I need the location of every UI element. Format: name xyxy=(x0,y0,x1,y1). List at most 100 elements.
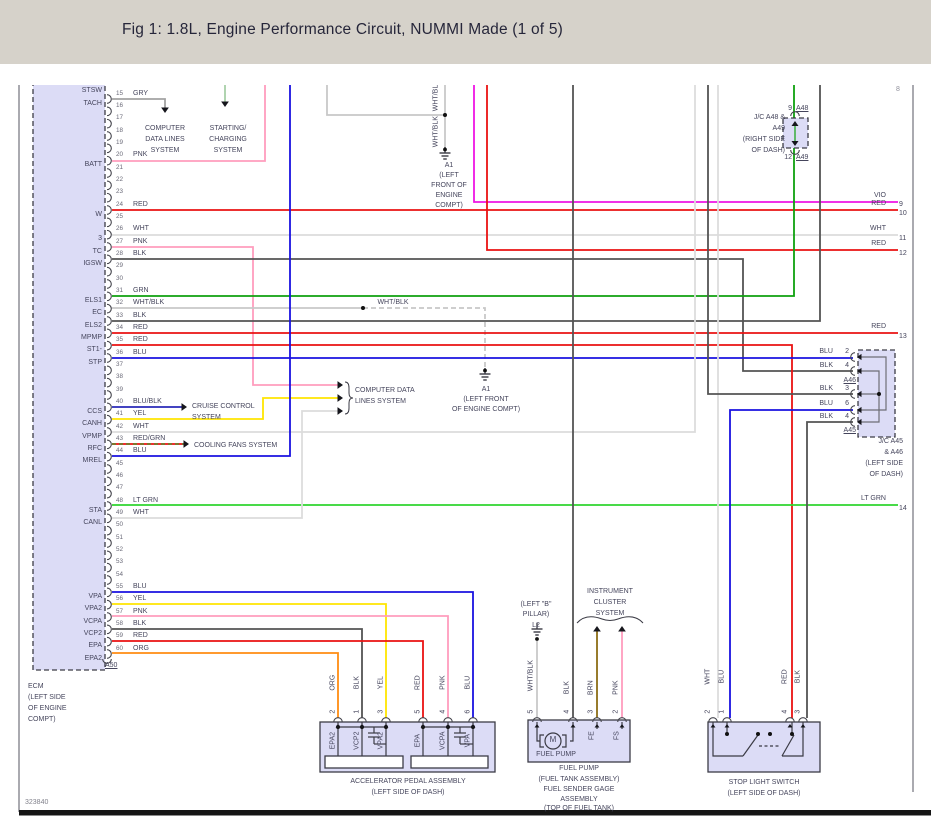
label-fe: FE xyxy=(588,731,596,740)
ecm-pin-name-st1-: ST1- xyxy=(86,346,102,354)
ecm-pin-number-24: 24 xyxy=(116,200,124,208)
ecm-pin-number-49: 49 xyxy=(116,509,124,517)
label-3: 3 xyxy=(845,384,849,392)
exit-9: 9 xyxy=(899,200,903,208)
jc48-pin12: 12 xyxy=(784,153,792,161)
ecm-pin-number-50: 50 xyxy=(116,521,124,529)
ecm-pin-name-epa: EPA xyxy=(88,642,103,650)
figure-title: Fig 1: 1.8L, Engine Performance Circuit,… xyxy=(122,21,563,38)
ecm-pin-number-38: 38 xyxy=(116,373,124,381)
l2-caption: (LEFT "B" xyxy=(520,600,552,608)
label-data-lines: DATA LINES xyxy=(145,135,185,143)
ecm-wire-color-pin43: RED/GRN xyxy=(133,435,166,443)
label-4: 4 xyxy=(845,361,849,369)
label-engine: ENGINE xyxy=(435,191,463,199)
jc48-a49-ref: A49 xyxy=(796,153,809,161)
ecm-pin-name-vcpa: VCPA xyxy=(83,617,102,625)
ecm-wire-color-pin49: WHT xyxy=(133,509,149,517)
ecm-pin-name-rfc: RFC xyxy=(87,445,102,453)
ecm-pin-number-46: 46 xyxy=(116,472,124,480)
label-blk: BLK xyxy=(819,412,833,420)
label--left-side: (LEFT SIDE xyxy=(865,459,903,467)
ecm-pin-number-41: 41 xyxy=(116,410,124,418)
label-epa: EPA xyxy=(414,733,422,748)
ecm-pin-name-vpa: VPA xyxy=(88,593,103,601)
exit-13: 13 xyxy=(899,332,907,340)
ecm-wire-color-pin42: WHT xyxy=(133,422,149,430)
exit-12: 12 xyxy=(899,249,907,257)
label-pillar-: PILLAR) xyxy=(522,610,550,618)
pedal-caption: ACCELERATOR PEDAL ASSEMBLY xyxy=(350,777,466,785)
label--right-side: (RIGHT SIDE xyxy=(742,135,785,143)
ecm-wire-color-pin20: PNK xyxy=(133,151,148,159)
label-vpa: VPA xyxy=(464,733,472,748)
label-charging: CHARGING xyxy=(209,135,247,143)
ecm-pin-name-epa2: EPA2 xyxy=(84,654,102,662)
label-vio: VIO xyxy=(873,191,886,199)
ecm-pin-name-tc: TC xyxy=(92,247,102,255)
ground-a1-mid-label: A1 xyxy=(481,385,491,393)
ecm-wire-color-pin57: PNK xyxy=(133,607,148,615)
ecm-pin-number-32: 32 xyxy=(116,299,124,307)
ecm-pin-number-45: 45 xyxy=(116,459,124,467)
ecm-pin-number-43: 43 xyxy=(116,435,124,443)
label-5: 5 xyxy=(527,709,535,714)
ecm-pin-number-35: 35 xyxy=(116,336,124,344)
label--left: (LEFT xyxy=(439,171,459,179)
ecm-wire-color-pin27: PNK xyxy=(133,237,148,245)
exit-14: 14 xyxy=(899,504,907,512)
ecm-wire-color-pin40: BLU/BLK xyxy=(133,398,162,406)
ground-a1-top-label: A1 xyxy=(444,161,454,169)
jc48-caption: J/C A48 & xyxy=(753,113,785,121)
ecm-caption: ECM xyxy=(28,682,44,690)
ecm-pin-number-28: 28 xyxy=(116,250,124,258)
ecm-wire-color-pin36: BLU xyxy=(133,348,147,356)
ecm-pin-number-17: 17 xyxy=(116,114,124,122)
label--left-side: (LEFT SIDE xyxy=(28,693,66,701)
label-1: 1 xyxy=(718,709,726,714)
ecm-wire-color-pin60: ORG xyxy=(133,644,149,652)
ecm-pin-number-15: 15 xyxy=(116,89,124,97)
ecm-wire-color-pin33: BLK xyxy=(133,311,147,319)
jc48-a48-ref: A48 xyxy=(796,104,809,112)
label--left-front: (LEFT FRONT xyxy=(463,395,509,403)
ecm-pin-name-ec: EC xyxy=(92,309,102,317)
ecm-pin-number-20: 20 xyxy=(116,151,124,159)
jc45-caption: J/C A45 xyxy=(878,437,903,445)
ecm-pin-number-42: 42 xyxy=(116,422,124,430)
label-lt-grn: LT GRN xyxy=(860,494,886,502)
ecm-pin-number-40: 40 xyxy=(116,398,124,406)
ecm-pin-number-44: 44 xyxy=(116,447,124,455)
ecm-pin-name-vpmp: VPMP xyxy=(82,432,102,440)
figure-title-bar: Fig 1: 1.8L, Engine Performance Circuit,… xyxy=(0,0,931,64)
ecm-pin-number-52: 52 xyxy=(116,546,124,554)
jc48-pin9: 9 xyxy=(788,104,792,112)
label-blk: BLK xyxy=(819,361,833,369)
label--a46: & A46 xyxy=(884,448,903,456)
label-4: 4 xyxy=(781,709,789,714)
label--left-side-of-dash-: (LEFT SIDE OF DASH) xyxy=(371,788,445,796)
ecm-wire-color-pin31: GRN xyxy=(133,287,149,295)
label-red: RED xyxy=(871,199,886,207)
label-fs: FS xyxy=(613,731,621,740)
ecm-pin-number-47: 47 xyxy=(116,484,124,492)
ecm-pin-name-tach: TACH xyxy=(83,99,102,107)
ecm-pin-name-canh: CANH xyxy=(82,420,102,428)
ecm-wire-color-pin34: RED xyxy=(133,324,148,332)
label-blu: BLU xyxy=(819,347,833,355)
label-compt-: COMPT) xyxy=(28,715,56,723)
label-system: SYSTEM xyxy=(595,609,625,617)
stop-caption: STOP LIGHT SWITCH xyxy=(728,778,800,786)
ecm-pin-number-21: 21 xyxy=(116,163,124,171)
ecm-pin-number-36: 36 xyxy=(116,348,124,356)
ecm-pin-number-60: 60 xyxy=(116,644,124,652)
diagram-labels-layer: 15 16 17 18 19 20 21 22 23 24 25 26 27 28 29 30 31 32 33 34… xyxy=(0,85,931,826)
ecm-pin-number-59: 59 xyxy=(116,632,124,640)
label-2: 2 xyxy=(845,347,849,355)
wiring-diagram-page: { "header": { "title": "Fig 1: 1.8L, Eng… xyxy=(0,0,931,826)
label-of-engine-compt-: OF ENGINE COMPT) xyxy=(451,405,521,413)
label-epa2: EPA2 xyxy=(329,731,337,750)
ecm-wire-color-pin48: LT GRN xyxy=(133,496,159,504)
ecm-pin-number-57: 57 xyxy=(116,607,124,615)
ecm-pin-name-igsw: IGSW xyxy=(83,260,102,268)
